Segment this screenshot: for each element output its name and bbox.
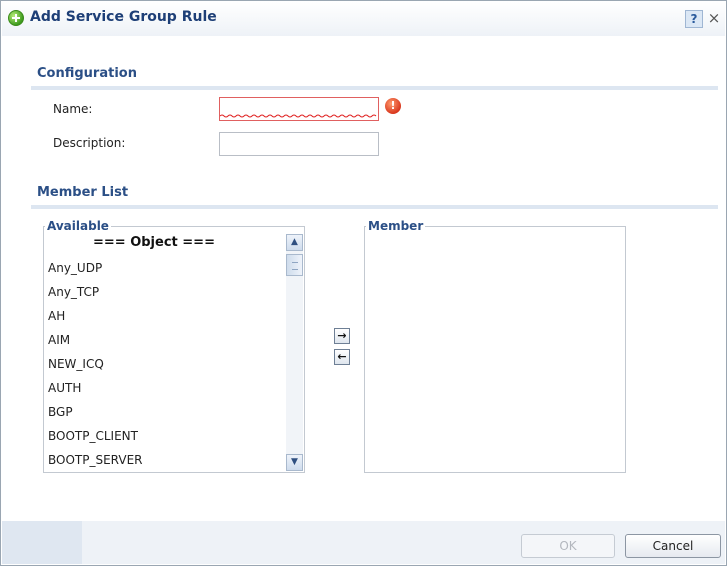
remove-from-member-arrow-icon[interactable]: ← <box>334 349 350 365</box>
list-item[interactable]: NEW_ICQ <box>48 357 104 371</box>
scroll-down-icon[interactable]: ▼ <box>286 454 303 471</box>
scroll-thumb[interactable] <box>286 254 303 276</box>
configuration-section-title: Configuration <box>37 66 137 81</box>
error-icon: ! <box>385 98 401 114</box>
help-button[interactable]: ? <box>685 10 703 28</box>
description-input[interactable] <box>219 132 379 156</box>
add-to-member-arrow-icon[interactable]: → <box>334 328 350 344</box>
object-group-header: === Object === <box>93 235 215 250</box>
scroll-up-icon[interactable]: ▲ <box>286 234 303 251</box>
footer-left-panel <box>2 521 82 564</box>
list-item[interactable]: Any_UDP <box>48 261 102 275</box>
dialog-title: Add Service Group Rule <box>30 9 217 25</box>
list-item[interactable]: AUTH <box>48 381 81 395</box>
list-item[interactable]: BOOTP_CLIENT <box>48 429 138 443</box>
list-item[interactable]: AIM <box>48 333 70 347</box>
member-list-divider <box>31 205 718 209</box>
add-service-group-rule-dialog: Add Service Group Rule ? × Configuration… <box>0 0 727 566</box>
list-item[interactable]: BOOTP_SERVER <box>48 453 143 467</box>
name-label: Name: <box>53 102 93 116</box>
member-label: Member <box>366 219 426 233</box>
list-item[interactable]: Any_TCP <box>48 285 99 299</box>
ok-button[interactable]: OK <box>521 534 615 558</box>
description-label: Description: <box>53 136 126 150</box>
member-list-box[interactable] <box>364 226 626 473</box>
available-label: Available <box>45 219 111 233</box>
member-list-section-title: Member List <box>37 185 129 200</box>
list-item[interactable]: AH <box>48 309 65 323</box>
configuration-divider <box>31 86 718 90</box>
name-error-underline <box>220 114 377 118</box>
dialog-titlebar: Add Service Group Rule ? × <box>2 2 725 36</box>
cancel-button[interactable]: Cancel <box>625 534 721 558</box>
add-plus-icon <box>8 10 24 26</box>
close-button[interactable]: × <box>705 10 723 28</box>
list-item[interactable]: BGP <box>48 405 73 419</box>
available-list-scrollbar[interactable]: ▲ ▼ <box>286 234 303 471</box>
dialog-footer <box>2 521 725 564</box>
